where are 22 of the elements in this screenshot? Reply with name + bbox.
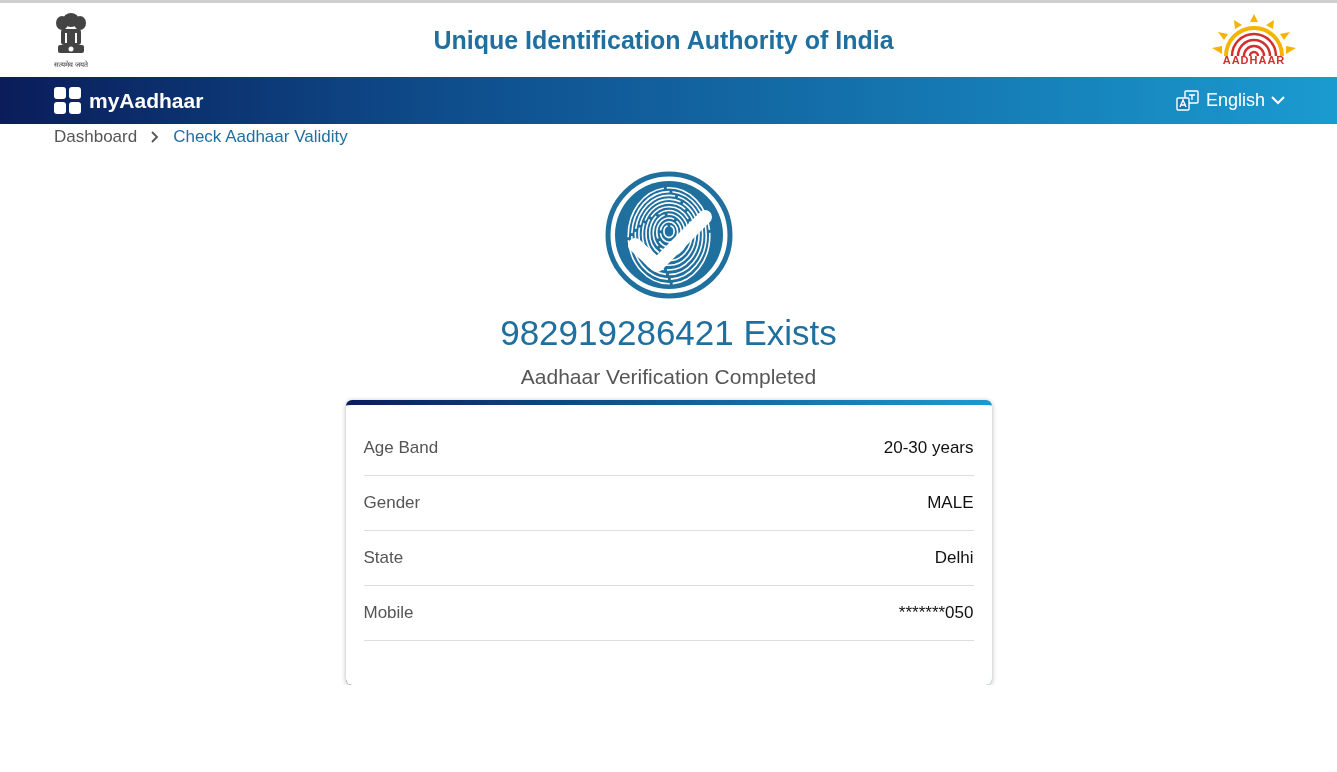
detail-value: 20-30 years [883,438,974,458]
chevron-down-icon [1271,96,1285,105]
breadcrumb-link[interactable]: Dashboard [54,127,138,147]
page-title: Unique Identification Authority of India [433,25,894,55]
brand-name: myAadhaar [89,88,204,113]
chevron-right-icon [151,131,160,143]
detail-value: Delhi [934,548,974,568]
result-subheading: Aadhaar Verification Completed [520,365,817,389]
language-selector[interactable]: English [1175,89,1285,112]
detail-label: Gender [363,493,421,513]
detail-value: *******050 [898,603,974,623]
grid-icon [54,87,81,114]
breadcrumb-current[interactable]: Check Aadhaar Validity [173,127,348,147]
verified-fingerprint-icon [604,171,733,299]
detail-label: Age Band [363,438,439,458]
translate-icon [1175,89,1200,112]
logo-text: AADHAAR [1222,54,1286,66]
detail-label: Mobile [363,603,414,623]
detail-value: MALE [927,493,974,513]
result-heading: 982919286421 Exists [500,313,837,353]
fingerprint-sun-icon [1212,14,1296,56]
detail-label: State [363,548,404,568]
